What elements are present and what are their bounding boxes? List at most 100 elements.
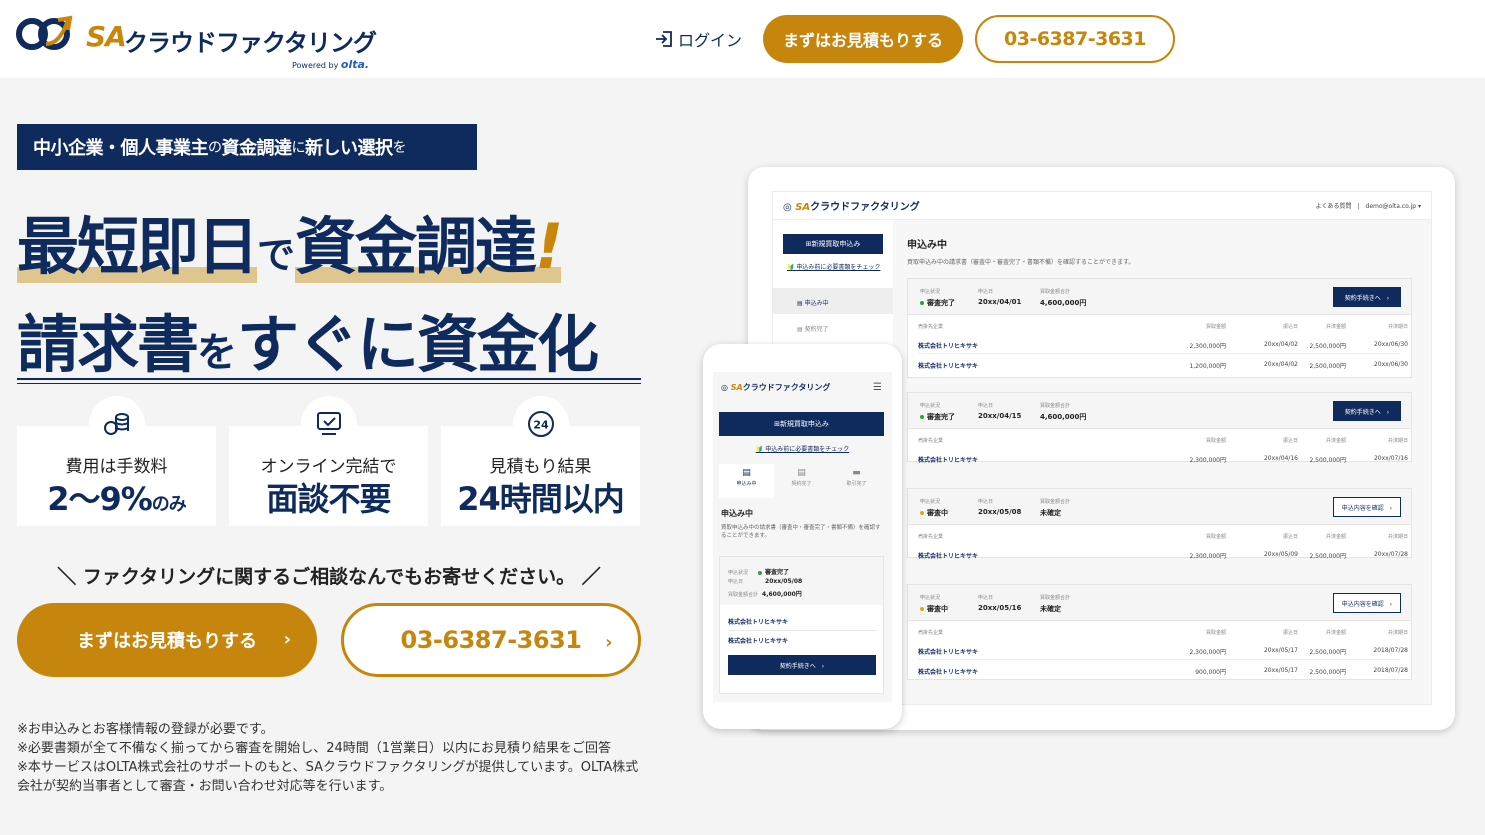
row-cell: 20xx/05/17 xyxy=(1263,667,1298,674)
phone-divider xyxy=(728,630,877,631)
tel-label: 03-6387-3631 xyxy=(400,626,582,654)
row-cell: 2,500,000円 xyxy=(1309,669,1346,676)
feature-24h-line2: 24時間以内 xyxy=(457,480,625,518)
row-cell: 2,500,000円 xyxy=(1309,457,1346,464)
phone-company: 株式会社トリヒキサキ xyxy=(728,619,789,626)
headline-part: 最短即日 xyxy=(17,210,259,283)
header-estimate-button[interactable]: まずはお見積もりする xyxy=(763,15,963,63)
phone-logo-sa: SA xyxy=(730,383,743,392)
column-header: 売掛先企業 xyxy=(918,630,944,636)
row-company: 株式会社トリヒキサキ xyxy=(918,343,979,350)
phone-status: 審査完了 xyxy=(765,569,790,576)
column-header: 買取金額 xyxy=(1205,324,1226,330)
tablet-nav-label: 申込み中 xyxy=(804,300,829,307)
card-label: 申込状況 xyxy=(920,289,941,295)
headline-part: で xyxy=(257,233,296,277)
card-status-text: 審査中 xyxy=(927,605,948,613)
phone-new-application-button: ⊞ 新規買取申込み xyxy=(719,412,884,436)
chevron-right-icon: › xyxy=(283,629,291,650)
tablet-main-header: 申込み中 買取申込み中の請求書（審査中・審査完了・書類不備）を確認することができ… xyxy=(907,236,1417,266)
estimate-label: まずはお見積もりする xyxy=(77,631,257,652)
card-label: 申込状況 xyxy=(920,403,941,409)
card-status: 審査中 xyxy=(920,508,948,518)
card-date: 20xx/05/16 xyxy=(978,604,1022,612)
row-company: 株式会社トリヒキサキ xyxy=(918,669,979,676)
column-header: 売掛先企業 xyxy=(918,438,944,444)
phone-check-label: 申込み前に必要書類をチェック xyxy=(765,446,850,453)
column-header: 買取金額 xyxy=(1205,630,1226,636)
row-cell: 2,300,000円 xyxy=(1189,649,1226,656)
row-cell: 20xx/04/02 xyxy=(1263,361,1298,368)
phone-subtitle: 買取申込み中の請求書（審査中・審査完了・書類不備）を確認することができます。 xyxy=(721,525,881,539)
site-header: SA クラウドファクタリング Powered by olta. ログイン まずは… xyxy=(0,0,1485,78)
tablet-new-application-button: ⊞ 新規買取申込み xyxy=(783,234,883,254)
column-header: 弁済金額 xyxy=(1325,534,1346,540)
card-total: 4,600,000円 xyxy=(1040,299,1087,307)
column-header: 弁済期日 xyxy=(1387,324,1408,330)
phone-company: 株式会社トリヒキサキ xyxy=(728,638,789,645)
card-status-text: 審査完了 xyxy=(927,299,955,307)
header-tel-button[interactable]: 03-6387-3631 xyxy=(975,15,1175,63)
hero-tagline: 中小企業・個人事業主の資金調達に新しい選択を xyxy=(17,124,477,170)
logo-powered: Powered by olta. xyxy=(292,58,369,71)
column-header: 弁済期日 xyxy=(1387,438,1408,444)
tablet-logo-name: クラウドファクタリング xyxy=(810,202,920,213)
card-status-text: 審査中 xyxy=(927,509,948,517)
tablet-subtitle: 買取申込み中の請求書（審査中・審査完了・書類不備）を確認することができます。 xyxy=(907,259,1135,266)
headline-part: を xyxy=(197,330,238,376)
coins-icon xyxy=(89,396,145,452)
column-header: 弁済金額 xyxy=(1325,324,1346,330)
column-header: 売掛先企業 xyxy=(918,324,944,330)
phone-date-row: 申込日 20xx/05/08 xyxy=(728,578,802,585)
column-header: 弁済期日 xyxy=(1387,630,1408,636)
row-cell: 900,000円 xyxy=(1195,669,1226,676)
row-cell: 1,200,000円 xyxy=(1189,363,1226,370)
card-status-text: 審査完了 xyxy=(927,413,955,421)
hero-tel-button[interactable]: 03-6387-3631 › xyxy=(341,603,641,677)
phone-application-card: 申込状況 審査完了 申込日 20xx/05/08 買取金額合計 4,600,000円 … xyxy=(719,556,884,694)
feature-fee: 費用は手数料 2〜9%のみ xyxy=(17,396,216,526)
hero-estimate-button[interactable]: まずはお見積もりする › xyxy=(17,603,317,677)
headline-part: 請求書 xyxy=(17,308,199,381)
card-action-button[interactable]: 契約手続きへ › xyxy=(1333,401,1401,421)
phone-tab-contracted: ▤ 契約完了 xyxy=(774,464,829,498)
row-cell: 20xx/07/28 xyxy=(1373,551,1408,558)
phone-contract-button: 契約手続きへ › xyxy=(728,655,876,675)
document-icon: ▤ xyxy=(742,468,751,478)
headline-part: 資金化 xyxy=(417,308,599,381)
tablet-check-link: 🔰 申込み前に必要書類をチェック xyxy=(787,264,881,271)
card-label: 申込日 xyxy=(978,289,994,295)
feature-fee-suffix: のみ xyxy=(151,494,187,515)
column-header: 振込日 xyxy=(1282,630,1298,636)
tablet-nav-label: 契約完了 xyxy=(804,326,829,333)
phone-tab-completed: ▬ 取引完了 xyxy=(829,464,884,498)
card-label: 買取金額合計 xyxy=(1040,499,1071,505)
chevron-right-icon: › xyxy=(605,632,612,653)
phone-new-label: 新規買取申込み xyxy=(779,420,829,428)
phone-check-link: 🔰 申込み前に必要書類をチェック xyxy=(755,446,850,453)
card-action-button[interactable]: 契約手続きへ › xyxy=(1333,287,1401,307)
column-header: 振込日 xyxy=(1282,438,1298,444)
tablet-user-menu: よくある質問 | demo@olta.co.jp ▾ xyxy=(1315,203,1421,210)
note-line: ※本サービスはOLTA株式会社のサポートのもと、SAクラウドファクタリングが提供… xyxy=(17,760,639,794)
login-link[interactable]: ログイン xyxy=(654,26,742,52)
card-action-button[interactable]: 申込内容を確認 › xyxy=(1333,497,1401,517)
powered-by-text: Powered by xyxy=(292,61,339,70)
tagline-part: 新しい選択 xyxy=(305,138,393,159)
olta-logo-text: olta. xyxy=(340,58,370,71)
card-action-button[interactable]: 申込内容を確認 › xyxy=(1333,593,1401,613)
row-cell: 2018/07/28 xyxy=(1373,667,1408,674)
hero-headline-2: 請求書をすぐに資金化 xyxy=(17,294,657,384)
tablet-check-label: 申込み前に必要書類をチェック xyxy=(796,264,881,271)
card-date: 20xx/04/15 xyxy=(978,412,1022,420)
column-header: 買取金額 xyxy=(1205,438,1226,444)
card-status: 審査完了 xyxy=(920,412,955,422)
hamburger-menu-icon: ☰ xyxy=(873,382,882,393)
phone-status-row: 申込状況 審査完了 xyxy=(728,567,789,576)
site-logo[interactable]: SA クラウドファクタリング Powered by olta. xyxy=(16,12,396,72)
phone-tab-label: 取引完了 xyxy=(846,481,867,487)
login-icon xyxy=(656,31,672,47)
row-cell: 20xx/06/30 xyxy=(1373,341,1408,348)
tablet-application-card: 申込状況 申込日 買取金額合計 審査中 20xx/05/08 未確定 申込内容を確認 › 売掛… xyxy=(907,488,1412,560)
column-header: 買取金額 xyxy=(1205,534,1226,540)
